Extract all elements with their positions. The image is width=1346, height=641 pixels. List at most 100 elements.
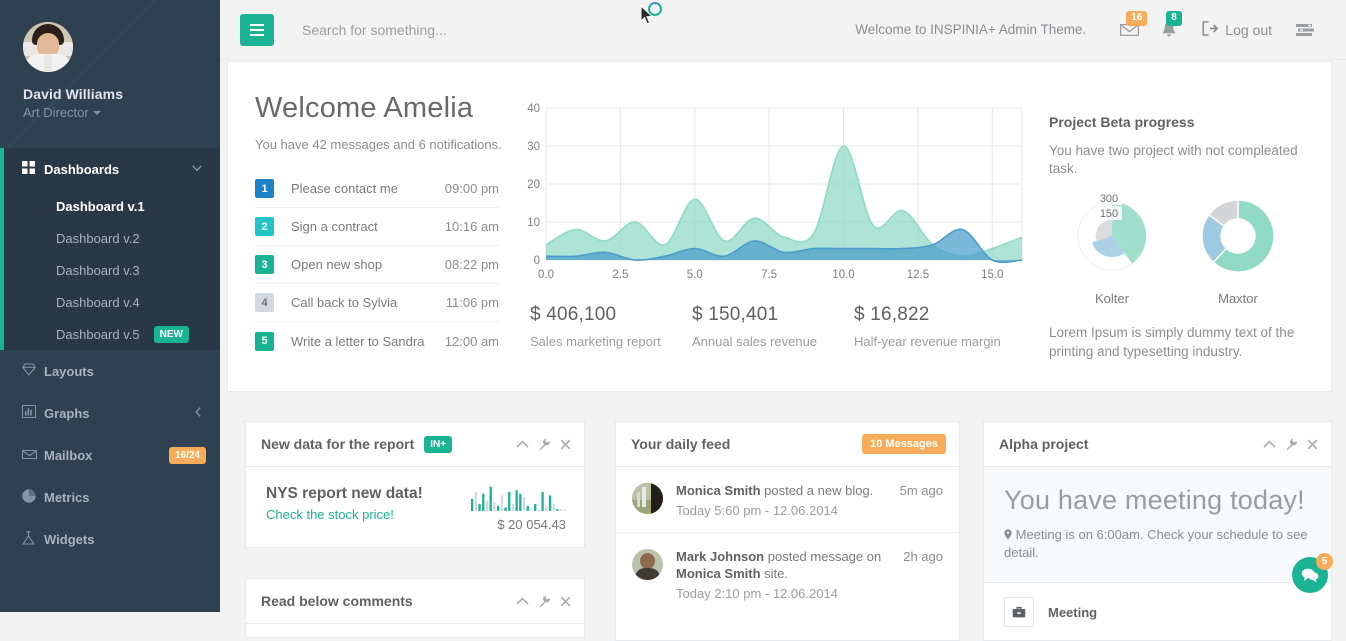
sidebar-badge-mailbox: 16/24 bbox=[168, 446, 206, 464]
sidebar-item-dashboard-v3[interactable]: Dashboard v.3 bbox=[0, 254, 220, 286]
chart-y-axis-labels: 0 10 20 30 40 bbox=[527, 103, 540, 267]
message-time: 11:06 pm bbox=[445, 295, 499, 310]
logout-button[interactable]: Log out bbox=[1202, 20, 1272, 39]
list-item[interactable]: 3 Open new shop 08:22 pm bbox=[255, 246, 499, 284]
map-marker-icon bbox=[1004, 527, 1012, 542]
submenu-label: Dashboard v.3 bbox=[56, 262, 140, 278]
stat-value: $ 150,401 bbox=[692, 304, 779, 325]
sidebar-item-dashboards[interactable]: Dashboards bbox=[0, 148, 220, 190]
active-accent-bar bbox=[0, 148, 4, 190]
hamburger-icon[interactable] bbox=[240, 13, 274, 46]
chat-bubble-icon[interactable]: 5 bbox=[1292, 553, 1333, 593]
wrench-icon[interactable] bbox=[1285, 438, 1298, 451]
envelope-icon bbox=[21, 448, 42, 463]
stock-price-link[interactable]: Check the stock price! bbox=[266, 507, 423, 522]
donut-charts: 300 150 Kolter Maxtor bbox=[1049, 190, 1301, 306]
close-icon[interactable] bbox=[560, 439, 571, 450]
list-item[interactable]: 2h ago Mark Johnson posted message on Mo… bbox=[616, 531, 959, 615]
close-icon[interactable] bbox=[1307, 439, 1318, 450]
svg-text:15.0: 15.0 bbox=[981, 269, 1003, 281]
feed-body: 5m ago Monica Smith posted a new blog. T… bbox=[676, 483, 943, 518]
panel-header: Your daily feed 10 Messages bbox=[616, 422, 959, 467]
svg-text:10: 10 bbox=[527, 217, 540, 229]
message-text: Please contact me bbox=[291, 181, 398, 196]
alpha-subtext: Meeting is on 6:00am. Check your schedul… bbox=[1004, 526, 1311, 562]
sidebar-item-label: Layouts bbox=[44, 363, 94, 379]
donut-kolter: 300 150 Kolter bbox=[1049, 190, 1175, 306]
chevron-up-icon[interactable] bbox=[516, 596, 529, 606]
top-navbar: Welcome to INSPINIA+ Admin Theme. 16 8 L… bbox=[220, 0, 1346, 60]
polar-area-chart: 300150 bbox=[1077, 192, 1146, 271]
sidebar-item-graphs[interactable]: Graphs bbox=[0, 392, 220, 434]
svg-text:30: 30 bbox=[527, 141, 540, 153]
list-item[interactable]: 2 Sign a contract 10:16 am bbox=[255, 208, 499, 246]
message-text: Write a letter to Sandra bbox=[291, 333, 425, 349]
svg-text:300: 300 bbox=[1099, 193, 1117, 205]
sidebar-item-mailbox[interactable]: Mailbox 16/24 bbox=[0, 434, 220, 476]
profile-name: David Williams bbox=[23, 86, 124, 102]
project-beta-title: Project Beta progress bbox=[1049, 114, 1195, 130]
list-item[interactable]: 5m ago Monica Smith posted a new blog. T… bbox=[616, 467, 959, 532]
list-bars-icon[interactable] bbox=[1288, 13, 1322, 47]
grid-icon bbox=[22, 161, 42, 177]
message-text: Open new shop bbox=[291, 257, 383, 272]
sidebar-profile: David Williams Art Director bbox=[0, 0, 220, 120]
chevron-left-icon bbox=[195, 406, 202, 420]
sidebar-item-widgets[interactable]: Widgets bbox=[0, 518, 220, 560]
hamburger-line bbox=[250, 28, 264, 31]
message-time: 10:16 am bbox=[444, 219, 499, 234]
wrench-icon[interactable] bbox=[538, 438, 551, 451]
svg-text:150: 150 bbox=[1099, 208, 1117, 220]
sidebar-item-dashboard-v1[interactable]: Dashboard v.1 bbox=[0, 190, 220, 222]
envelope-icon[interactable]: 16 bbox=[1112, 10, 1148, 47]
alpha-subtext-label: Meeting is on 6:00am. Check your schedul… bbox=[1004, 527, 1308, 561]
message-list: 1 Please contact me 09:00 pm 2 Sign a co… bbox=[255, 170, 499, 360]
sidebar-item-dashboard-v4[interactable]: Dashboard v.4 bbox=[0, 286, 220, 318]
page-title: Welcome Amelia bbox=[255, 92, 474, 124]
search-input[interactable] bbox=[302, 21, 622, 38]
feed-time: 5m ago bbox=[899, 483, 943, 498]
message-index: 5 bbox=[255, 331, 274, 351]
list-item[interactable]: 4 Call back to Sylvia 11:06 pm bbox=[255, 284, 499, 322]
profile-role[interactable]: Art Director bbox=[0, 102, 220, 120]
sidebar-item-dashboard-v2[interactable]: Dashboard v.2 bbox=[0, 222, 220, 254]
bar-chart-icon bbox=[22, 405, 42, 421]
hero-panel: Welcome Amelia You have 42 messages and … bbox=[227, 61, 1332, 392]
sidebar-item-label: Graphs bbox=[44, 405, 90, 421]
wrench-icon[interactable] bbox=[538, 595, 551, 608]
panel-tools bbox=[516, 595, 571, 608]
close-icon[interactable] bbox=[560, 596, 571, 607]
sidebar-item-dashboard-v5[interactable]: Dashboard v.5 NEW bbox=[0, 318, 220, 350]
caret-down-icon bbox=[92, 111, 101, 115]
welcome-column: Welcome Amelia You have 42 messages and … bbox=[228, 62, 508, 391]
message-index: 1 bbox=[255, 179, 274, 198]
list-item[interactable]: 5 Write a letter to Sandra 12:00 am bbox=[255, 322, 499, 360]
alpha-list-item[interactable]: Meeting bbox=[984, 583, 1331, 641]
sidebar-item-layouts[interactable]: Layouts bbox=[0, 350, 220, 392]
sidebar-nav: Dashboards Dashboard v.1 Dashboard v.2 D… bbox=[0, 148, 220, 560]
panel-header: Read below comments bbox=[246, 579, 584, 624]
project-beta-footer: Lorem Ipsum is simply dummy text of the … bbox=[1049, 325, 1295, 359]
list-item[interactable]: 1 Please contact me 09:00 pm bbox=[255, 170, 499, 208]
report-headline: NYS report new data! bbox=[266, 485, 423, 502]
briefcase-icon bbox=[1004, 597, 1034, 628]
navbar-right: Welcome to INSPINIA+ Admin Theme. 16 8 L… bbox=[855, 10, 1346, 47]
sidebar-item-metrics[interactable]: Metrics bbox=[0, 476, 220, 518]
avatar[interactable] bbox=[23, 22, 73, 72]
feed-action: posted a new blog. bbox=[764, 483, 874, 498]
svg-text:0.0: 0.0 bbox=[538, 269, 554, 281]
feed-suffix: site. bbox=[764, 565, 788, 581]
loading-spinner-icon bbox=[648, 2, 662, 16]
sidebar-item-label: Mailbox bbox=[44, 447, 93, 463]
stat-value: $ 406,100 bbox=[530, 304, 617, 325]
panel-read-comments: Read below comments bbox=[245, 578, 585, 638]
avatar-wrapper[interactable] bbox=[0, 22, 220, 72]
bell-icon[interactable]: 8 bbox=[1152, 10, 1186, 47]
chevron-up-icon[interactable] bbox=[516, 439, 529, 449]
area-chart: 0 10 20 30 40 0.0 2.5 5.0 7.5 10.0 12.5 15.0 bbox=[527, 103, 1023, 281]
chevron-down-icon bbox=[192, 163, 202, 175]
svg-text:7.5: 7.5 bbox=[761, 269, 777, 281]
panel-header: New data for the report IN+ bbox=[246, 422, 584, 467]
chevron-up-icon[interactable] bbox=[1263, 439, 1276, 449]
feed-time: 2h ago bbox=[903, 548, 943, 564]
